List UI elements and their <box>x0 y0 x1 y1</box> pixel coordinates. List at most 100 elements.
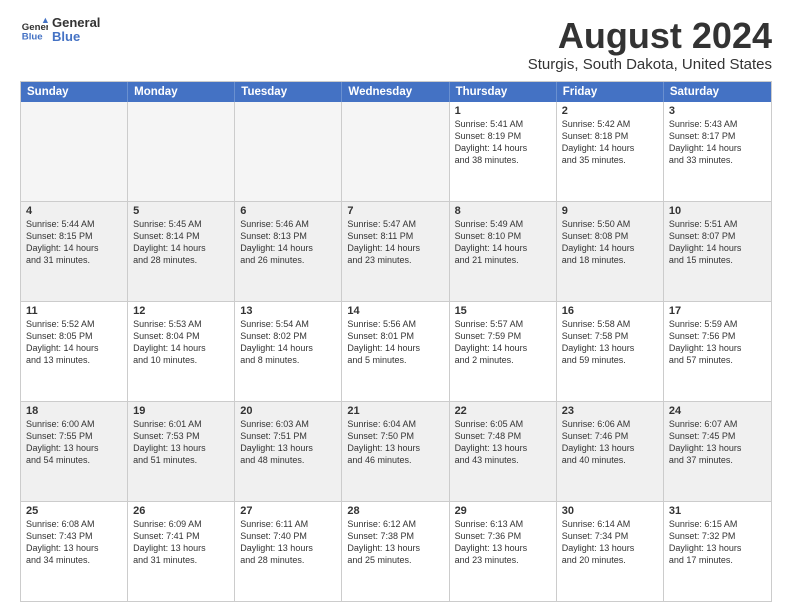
cell-info: Sunrise: 6:05 AM Sunset: 7:48 PM Dayligh… <box>455 418 551 467</box>
calendar-cell-30: 30Sunrise: 6:14 AM Sunset: 7:34 PM Dayli… <box>557 502 664 601</box>
weekday-header-monday: Monday <box>128 82 235 102</box>
cell-info: Sunrise: 6:07 AM Sunset: 7:45 PM Dayligh… <box>669 418 766 467</box>
calendar-cell-empty-2 <box>235 102 342 201</box>
calendar-cell-31: 31Sunrise: 6:15 AM Sunset: 7:32 PM Dayli… <box>664 502 771 601</box>
day-number: 8 <box>455 205 551 217</box>
calendar-cell-11: 11Sunrise: 5:52 AM Sunset: 8:05 PM Dayli… <box>21 302 128 401</box>
title-block: August 2024 Sturgis, South Dakota, Unite… <box>528 16 772 73</box>
weekday-header-thursday: Thursday <box>450 82 557 102</box>
day-number: 15 <box>455 305 551 317</box>
day-number: 12 <box>133 305 229 317</box>
calendar-cell-7: 7Sunrise: 5:47 AM Sunset: 8:11 PM Daylig… <box>342 202 449 301</box>
header: General Blue General Blue August 2024 St… <box>20 16 772 73</box>
month-title: August 2024 <box>528 16 772 56</box>
day-number: 29 <box>455 505 551 517</box>
calendar-row-4: 18Sunrise: 6:00 AM Sunset: 7:55 PM Dayli… <box>21 402 771 502</box>
calendar-row-1: 1Sunrise: 5:41 AM Sunset: 8:19 PM Daylig… <box>21 102 771 202</box>
calendar-row-5: 25Sunrise: 6:08 AM Sunset: 7:43 PM Dayli… <box>21 502 771 601</box>
logo-blue: Blue <box>52 30 100 44</box>
logo-general: General <box>52 16 100 30</box>
weekday-header-wednesday: Wednesday <box>342 82 449 102</box>
calendar-cell-3: 3Sunrise: 5:43 AM Sunset: 8:17 PM Daylig… <box>664 102 771 201</box>
calendar-header: SundayMondayTuesdayWednesdayThursdayFrid… <box>21 82 771 102</box>
cell-info: Sunrise: 5:54 AM Sunset: 8:02 PM Dayligh… <box>240 318 336 367</box>
cell-info: Sunrise: 5:58 AM Sunset: 7:58 PM Dayligh… <box>562 318 658 367</box>
calendar-body: 1Sunrise: 5:41 AM Sunset: 8:19 PM Daylig… <box>21 102 771 601</box>
calendar-cell-20: 20Sunrise: 6:03 AM Sunset: 7:51 PM Dayli… <box>235 402 342 501</box>
cell-info: Sunrise: 6:03 AM Sunset: 7:51 PM Dayligh… <box>240 418 336 467</box>
cell-info: Sunrise: 5:51 AM Sunset: 8:07 PM Dayligh… <box>669 218 766 267</box>
calendar-cell-22: 22Sunrise: 6:05 AM Sunset: 7:48 PM Dayli… <box>450 402 557 501</box>
day-number: 1 <box>455 105 551 117</box>
calendar-cell-empty-0 <box>21 102 128 201</box>
cell-info: Sunrise: 5:42 AM Sunset: 8:18 PM Dayligh… <box>562 118 658 167</box>
weekday-header-tuesday: Tuesday <box>235 82 342 102</box>
weekday-header-saturday: Saturday <box>664 82 771 102</box>
calendar-cell-29: 29Sunrise: 6:13 AM Sunset: 7:36 PM Dayli… <box>450 502 557 601</box>
day-number: 17 <box>669 305 766 317</box>
calendar-cell-6: 6Sunrise: 5:46 AM Sunset: 8:13 PM Daylig… <box>235 202 342 301</box>
cell-info: Sunrise: 5:59 AM Sunset: 7:56 PM Dayligh… <box>669 318 766 367</box>
day-number: 16 <box>562 305 658 317</box>
cell-info: Sunrise: 6:13 AM Sunset: 7:36 PM Dayligh… <box>455 518 551 567</box>
day-number: 20 <box>240 405 336 417</box>
calendar-cell-9: 9Sunrise: 5:50 AM Sunset: 8:08 PM Daylig… <box>557 202 664 301</box>
calendar-cell-19: 19Sunrise: 6:01 AM Sunset: 7:53 PM Dayli… <box>128 402 235 501</box>
day-number: 22 <box>455 405 551 417</box>
calendar-cell-17: 17Sunrise: 5:59 AM Sunset: 7:56 PM Dayli… <box>664 302 771 401</box>
calendar-cell-1: 1Sunrise: 5:41 AM Sunset: 8:19 PM Daylig… <box>450 102 557 201</box>
cell-info: Sunrise: 5:57 AM Sunset: 7:59 PM Dayligh… <box>455 318 551 367</box>
calendar-cell-empty-3 <box>342 102 449 201</box>
logo: General Blue General Blue <box>20 16 100 45</box>
day-number: 3 <box>669 105 766 117</box>
svg-text:Blue: Blue <box>22 32 43 43</box>
cell-info: Sunrise: 5:43 AM Sunset: 8:17 PM Dayligh… <box>669 118 766 167</box>
cell-info: Sunrise: 5:44 AM Sunset: 8:15 PM Dayligh… <box>26 218 122 267</box>
calendar-cell-5: 5Sunrise: 5:45 AM Sunset: 8:14 PM Daylig… <box>128 202 235 301</box>
cell-info: Sunrise: 6:04 AM Sunset: 7:50 PM Dayligh… <box>347 418 443 467</box>
cell-info: Sunrise: 5:53 AM Sunset: 8:04 PM Dayligh… <box>133 318 229 367</box>
cell-info: Sunrise: 6:01 AM Sunset: 7:53 PM Dayligh… <box>133 418 229 467</box>
cell-info: Sunrise: 5:52 AM Sunset: 8:05 PM Dayligh… <box>26 318 122 367</box>
day-number: 7 <box>347 205 443 217</box>
cell-info: Sunrise: 5:49 AM Sunset: 8:10 PM Dayligh… <box>455 218 551 267</box>
calendar: SundayMondayTuesdayWednesdayThursdayFrid… <box>20 81 772 602</box>
calendar-cell-18: 18Sunrise: 6:00 AM Sunset: 7:55 PM Dayli… <box>21 402 128 501</box>
day-number: 24 <box>669 405 766 417</box>
calendar-cell-16: 16Sunrise: 5:58 AM Sunset: 7:58 PM Dayli… <box>557 302 664 401</box>
cell-info: Sunrise: 6:11 AM Sunset: 7:40 PM Dayligh… <box>240 518 336 567</box>
day-number: 21 <box>347 405 443 417</box>
day-number: 31 <box>669 505 766 517</box>
weekday-header-sunday: Sunday <box>21 82 128 102</box>
cell-info: Sunrise: 6:12 AM Sunset: 7:38 PM Dayligh… <box>347 518 443 567</box>
day-number: 23 <box>562 405 658 417</box>
cell-info: Sunrise: 5:41 AM Sunset: 8:19 PM Dayligh… <box>455 118 551 167</box>
calendar-row-2: 4Sunrise: 5:44 AM Sunset: 8:15 PM Daylig… <box>21 202 771 302</box>
calendar-cell-12: 12Sunrise: 5:53 AM Sunset: 8:04 PM Dayli… <box>128 302 235 401</box>
calendar-cell-24: 24Sunrise: 6:07 AM Sunset: 7:45 PM Dayli… <box>664 402 771 501</box>
calendar-cell-21: 21Sunrise: 6:04 AM Sunset: 7:50 PM Dayli… <box>342 402 449 501</box>
calendar-cell-25: 25Sunrise: 6:08 AM Sunset: 7:43 PM Dayli… <box>21 502 128 601</box>
cell-info: Sunrise: 6:00 AM Sunset: 7:55 PM Dayligh… <box>26 418 122 467</box>
day-number: 5 <box>133 205 229 217</box>
day-number: 11 <box>26 305 122 317</box>
weekday-header-friday: Friday <box>557 82 664 102</box>
day-number: 2 <box>562 105 658 117</box>
cell-info: Sunrise: 5:45 AM Sunset: 8:14 PM Dayligh… <box>133 218 229 267</box>
calendar-row-3: 11Sunrise: 5:52 AM Sunset: 8:05 PM Dayli… <box>21 302 771 402</box>
day-number: 10 <box>669 205 766 217</box>
location: Sturgis, South Dakota, United States <box>528 56 772 73</box>
calendar-cell-4: 4Sunrise: 5:44 AM Sunset: 8:15 PM Daylig… <box>21 202 128 301</box>
calendar-cell-26: 26Sunrise: 6:09 AM Sunset: 7:41 PM Dayli… <box>128 502 235 601</box>
cell-info: Sunrise: 6:14 AM Sunset: 7:34 PM Dayligh… <box>562 518 658 567</box>
day-number: 19 <box>133 405 229 417</box>
day-number: 6 <box>240 205 336 217</box>
day-number: 13 <box>240 305 336 317</box>
calendar-cell-15: 15Sunrise: 5:57 AM Sunset: 7:59 PM Dayli… <box>450 302 557 401</box>
cell-info: Sunrise: 5:47 AM Sunset: 8:11 PM Dayligh… <box>347 218 443 267</box>
day-number: 30 <box>562 505 658 517</box>
day-number: 26 <box>133 505 229 517</box>
calendar-cell-10: 10Sunrise: 5:51 AM Sunset: 8:07 PM Dayli… <box>664 202 771 301</box>
calendar-cell-13: 13Sunrise: 5:54 AM Sunset: 8:02 PM Dayli… <box>235 302 342 401</box>
day-number: 28 <box>347 505 443 517</box>
